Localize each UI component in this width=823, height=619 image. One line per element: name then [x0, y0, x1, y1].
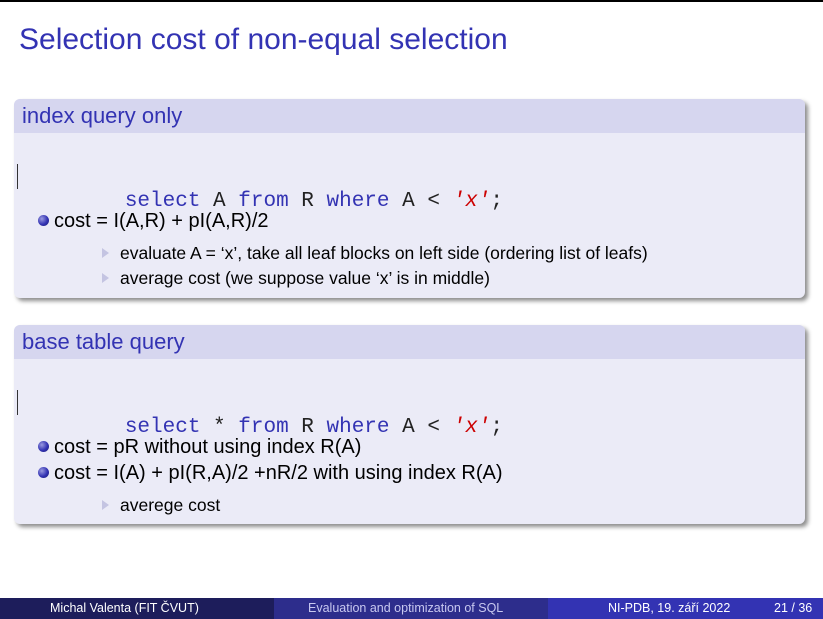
footer-page-number: 21 / 36	[774, 601, 813, 615]
sql-semicolon: ;	[490, 416, 503, 439]
list-item-text: cost = pR without using index R(A)	[54, 436, 362, 458]
block-body: select A from R where A < 'x'; cost = I(…	[14, 133, 805, 298]
block-header: base table query	[14, 325, 805, 359]
sub-list-item: average cost (we suppose value ‘x’ is in…	[102, 267, 490, 289]
triangle-bullet-icon	[102, 248, 109, 258]
slide: Selection cost of non-equal selection in…	[0, 0, 823, 619]
list-item: cost = I(A) + pI(R,A)/2 +nR/2 with using…	[38, 461, 503, 485]
block-index-query-only: index query only select A from R where A…	[14, 99, 805, 298]
sql-semicolon: ;	[490, 190, 503, 213]
sub-list-item-text: averege cost	[120, 495, 221, 515]
sub-list-item-text: average cost (we suppose value ‘x’ is in…	[120, 268, 490, 288]
sql-text: A <	[389, 416, 453, 439]
footer-talk-title: Evaluation and optimization of SQL	[274, 598, 548, 619]
top-rule	[0, 0, 823, 2]
footer-author: Michal Valenta (FIT ČVUT)	[0, 598, 274, 619]
footer-course-date: NI-PDB, 19. září 2022	[608, 601, 731, 615]
sql-string-literal: 'x'	[452, 416, 491, 439]
footer: Michal Valenta (FIT ČVUT) Evaluation and…	[0, 598, 823, 619]
sql-keyword-where: where	[326, 190, 390, 213]
block-base-table-query: base table query select * from R where A…	[14, 325, 805, 524]
bullet-icon	[38, 215, 49, 226]
footer-right: NI-PDB, 19. září 2022 21 / 36	[548, 598, 823, 619]
triangle-bullet-icon	[102, 500, 109, 510]
sub-list-item: evaluate A = ‘x’, take all leaf blocks o…	[102, 242, 648, 264]
text-cursor	[17, 164, 18, 189]
list-item: cost = I(A,R) + pI(A,R)/2	[38, 209, 269, 233]
bullet-icon	[38, 467, 49, 478]
list-item-text: cost = I(A) + pI(R,A)/2 +nR/2 with using…	[54, 462, 503, 484]
block-header: index query only	[14, 99, 805, 133]
block-body: select * from R where A < 'x'; cost = pR…	[14, 359, 805, 524]
sub-list-item: averege cost	[102, 494, 221, 516]
sub-list-item-text: evaluate A = ‘x’, take all leaf blocks o…	[120, 243, 648, 263]
sql-text: A <	[389, 190, 453, 213]
frame-title: Selection cost of non-equal selection	[19, 23, 508, 56]
triangle-bullet-icon	[102, 273, 109, 283]
bullet-icon	[38, 441, 49, 452]
list-item-text: cost = I(A,R) + pI(A,R)/2	[54, 210, 269, 232]
text-cursor	[17, 390, 18, 415]
sql-string-literal: 'x'	[452, 190, 491, 213]
list-item: cost = pR without using index R(A)	[38, 435, 362, 459]
sql-text: R	[288, 190, 327, 213]
